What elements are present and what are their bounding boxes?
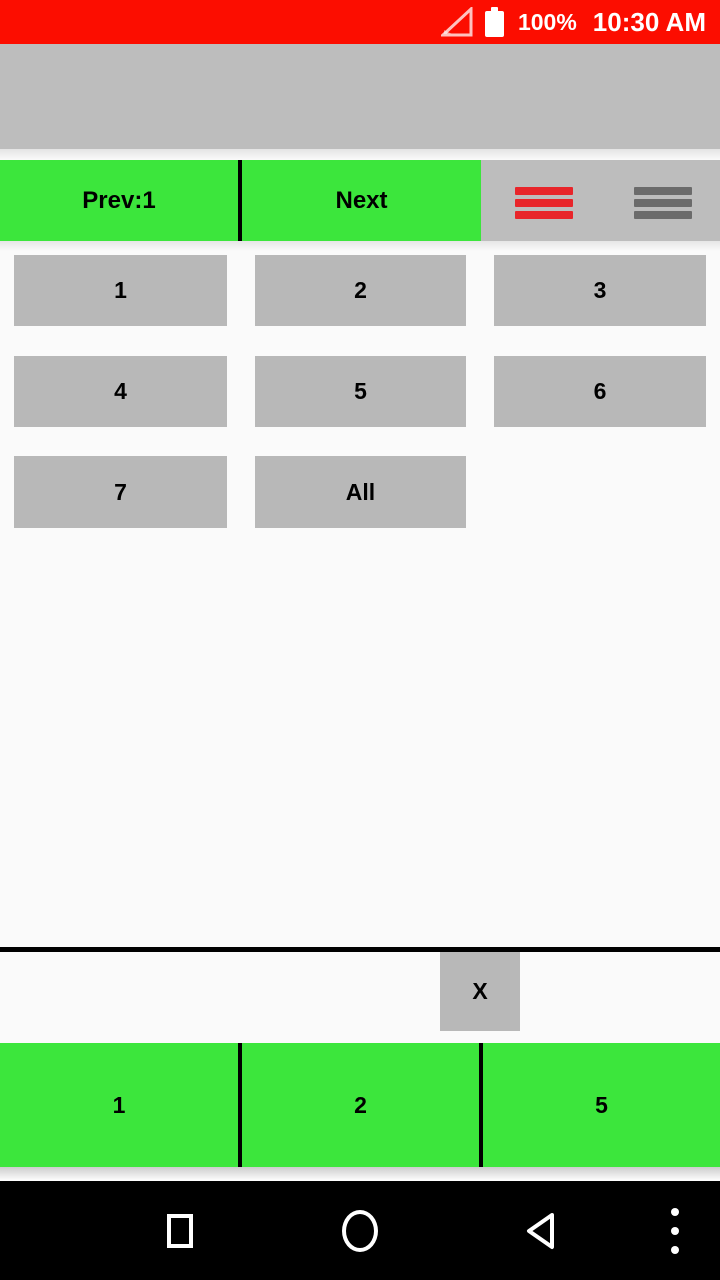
panel-divider: [0, 947, 720, 952]
close-button[interactable]: X: [440, 952, 520, 1031]
battery-full-icon: [484, 7, 504, 37]
bottom-cell-3[interactable]: 5: [483, 1043, 720, 1167]
triangle-left-icon: [527, 1212, 554, 1249]
recent-apps-button[interactable]: [120, 1181, 240, 1280]
back-button[interactable]: [480, 1181, 600, 1280]
phone-screen: 100% 10:30 AM Prev:1 Next 1 2 3 4 5 6 7 …: [0, 0, 720, 1280]
grid-button-1[interactable]: 1: [14, 255, 227, 326]
grid-button-2[interactable]: 2: [255, 255, 466, 326]
nav-icon-area: [481, 160, 720, 241]
nav-row-shadow: [0, 241, 720, 251]
hamburger-menu-icon-gray[interactable]: [634, 187, 692, 219]
number-button-grid: 1 2 3 4 5 6 7 All: [0, 251, 720, 941]
grid-button-7[interactable]: 7: [14, 456, 227, 528]
next-button[interactable]: Next: [242, 160, 481, 241]
bottom-cell-1[interactable]: 1: [0, 1043, 238, 1167]
grid-button-5[interactable]: 5: [255, 356, 466, 427]
bottom-cell-2[interactable]: 2: [242, 1043, 479, 1167]
three-dots-vertical-icon: [671, 1207, 679, 1254]
status-bar: 100% 10:30 AM: [0, 0, 720, 44]
bottom-selection-strip: 1 2 5: [0, 1043, 720, 1167]
bottom-strip-shadow: [0, 1167, 720, 1181]
grid-button-3[interactable]: 3: [494, 255, 706, 326]
app-title-bar: [0, 44, 720, 149]
prev-button[interactable]: Prev:1: [0, 160, 238, 241]
grid-button-6[interactable]: 6: [494, 356, 706, 427]
title-bar-shadow: [0, 149, 720, 160]
clock-label: 10:30 AM: [592, 6, 706, 37]
navigation-row: Prev:1 Next: [0, 160, 720, 241]
hamburger-menu-icon-red[interactable]: [515, 187, 573, 219]
grid-button-4[interactable]: 4: [14, 356, 227, 427]
battery-percent-label: 100%: [517, 8, 577, 35]
android-navigation-bar: [0, 1181, 720, 1280]
square-icon: [167, 1213, 193, 1248]
signal-triangle-icon: [439, 5, 475, 37]
grid-button-all[interactable]: All: [255, 456, 466, 528]
circle-icon: [342, 1209, 378, 1252]
home-button[interactable]: [300, 1181, 420, 1280]
overflow-menu-button[interactable]: [630, 1181, 720, 1280]
